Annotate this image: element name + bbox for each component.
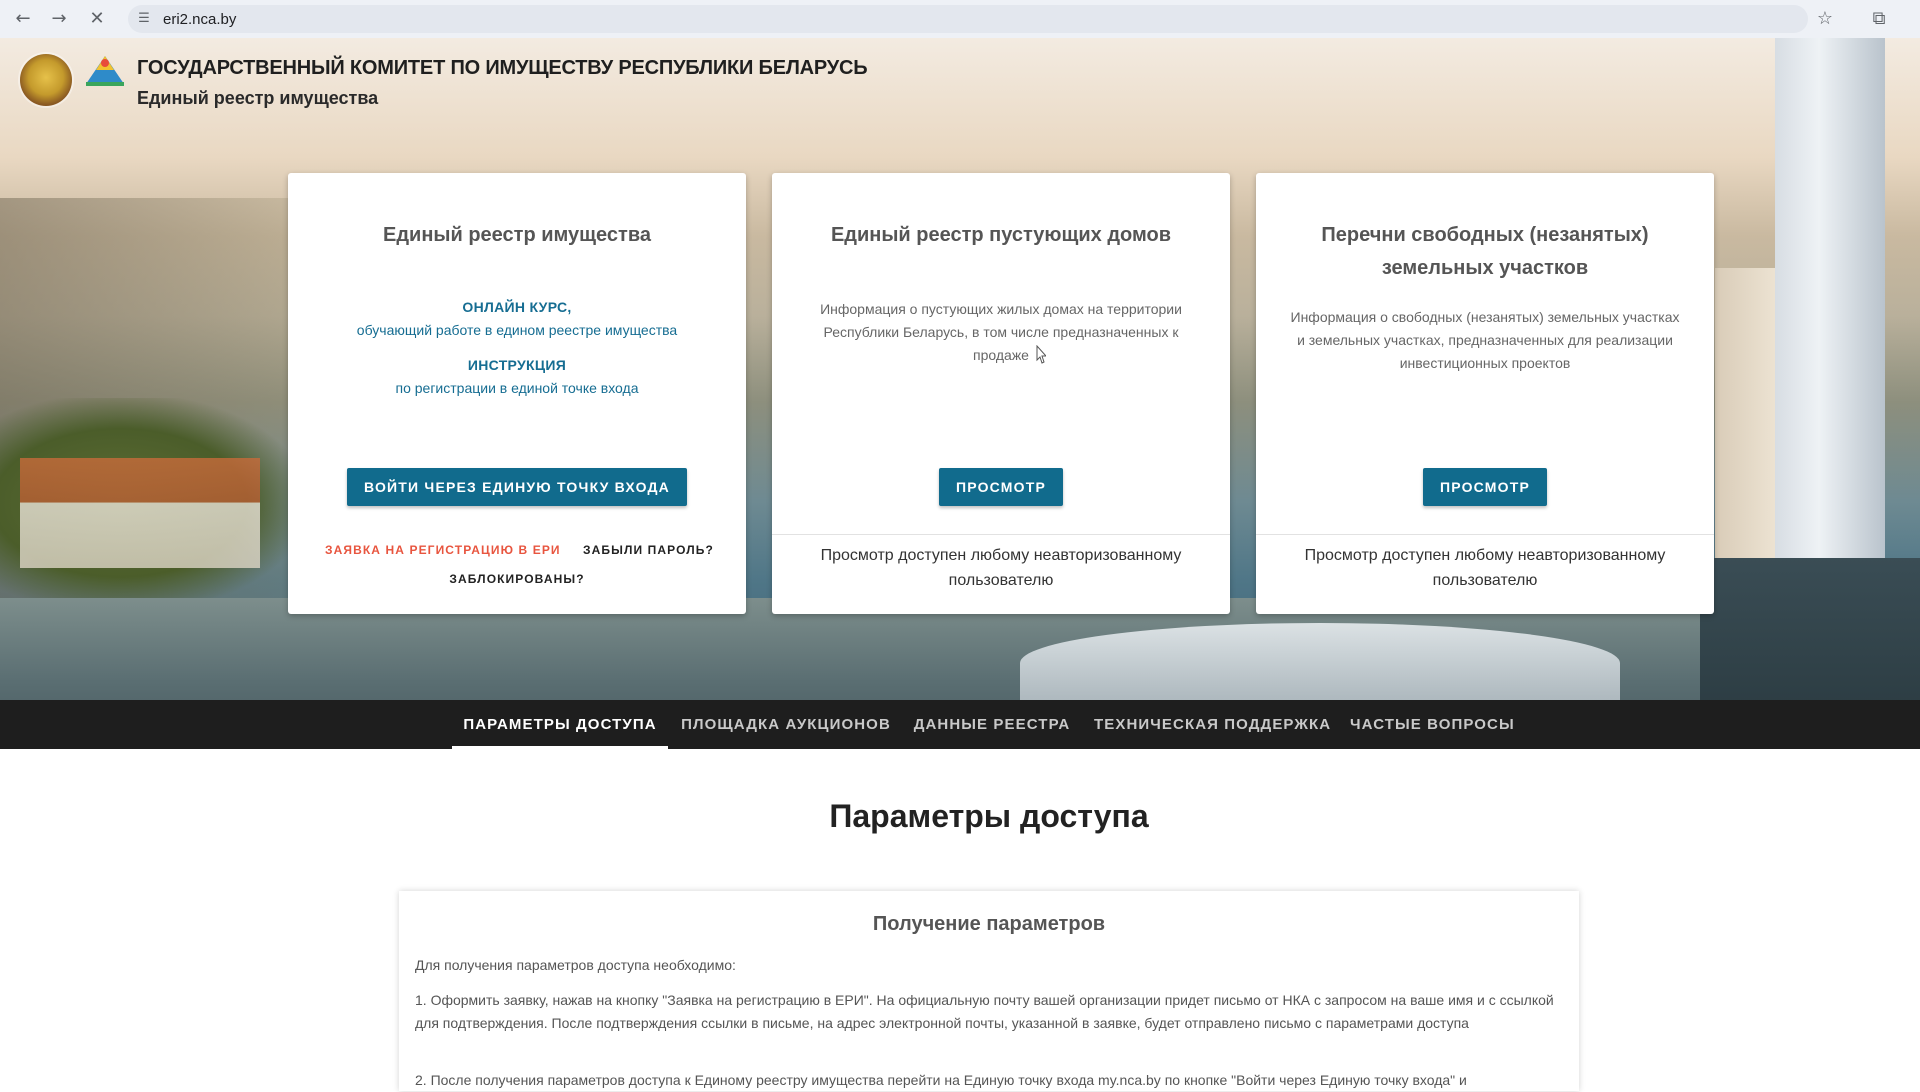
panel-title: Получение параметров xyxy=(872,913,1106,935)
stop-loading-icon[interactable]: ✕ xyxy=(84,6,110,32)
tab-access-parameters[interactable]: ПАРАМЕТРЫ ДОСТУПА xyxy=(452,700,668,749)
section-tabs: ПАРАМЕТРЫ ДОСТУПА ПЛОЩАДКА АУКЦИОНОВ ДАН… xyxy=(0,700,1920,749)
forward-arrow-icon[interactable]: → xyxy=(46,6,72,32)
card-access-note: Просмотр доступен любому неавторизованно… xyxy=(1304,547,1666,589)
tab-registry-data[interactable]: ДАННЫЕ РЕЕСТРА xyxy=(912,700,1072,749)
card-property-registry: Единый реестр имущества ОНЛАЙН КУРС, обу… xyxy=(288,173,746,614)
card-empty-houses: Единый реестр пустующих домов Информация… xyxy=(772,173,1230,614)
hero-street-image xyxy=(1700,558,1920,700)
address-bar[interactable]: ☰ eri2.nca.by xyxy=(128,5,1808,33)
card-title: Перечни свободных (незанятых) земельных … xyxy=(1321,224,1649,279)
back-arrow-icon[interactable]: ← xyxy=(10,6,36,32)
instruction-description-link[interactable]: по регистрации в единой точке входа xyxy=(288,380,746,396)
site-title: ГОСУДАРСТВЕННЫЙ КОМИТЕТ ПО ИМУЩЕСТВУ РЕС… xyxy=(137,57,868,79)
view-empty-houses-button[interactable]: ПРОСМОТР xyxy=(939,468,1063,506)
hero-roofs-image xyxy=(20,458,260,568)
online-course-description-link[interactable]: обучающий работе в едином реестре имущес… xyxy=(288,322,746,338)
browser-toolbar: ← → ✕ ☰ eri2.nca.by ☆ ⧉ xyxy=(0,0,1920,39)
instruction-link[interactable]: ИНСТРУКЦИЯ xyxy=(288,357,746,373)
access-parameters-panel: Получение параметров Для получения парам… xyxy=(399,891,1579,1091)
mouse-cursor-icon xyxy=(1036,345,1046,364)
online-course-link[interactable]: ОНЛАЙН КУРС, xyxy=(288,299,746,315)
register-request-link[interactable]: ЗАЯВКА НА РЕГИСТРАЦИЮ В ЕРИ xyxy=(325,543,561,557)
card-description: Информация о пустующих жилых домах на те… xyxy=(820,301,1182,363)
tab-auction-platform[interactable]: ПЛОЩАДКА АУКЦИОНОВ xyxy=(681,700,891,749)
panel-intro-text: Для получения параметров доступа необход… xyxy=(415,957,736,973)
hero-skyscraper-image xyxy=(1775,38,1885,598)
view-land-plots-button[interactable]: ПРОСМОТР xyxy=(1423,468,1547,506)
card-land-plots: Перечни свободных (незанятых) земельных … xyxy=(1256,173,1714,614)
site-info-icon[interactable]: ☰ xyxy=(136,11,152,27)
forgot-password-link[interactable]: ЗАБЫЛИ ПАРОЛЬ? xyxy=(583,543,714,557)
card-description: Информация о свободных (незанятых) земел… xyxy=(1290,309,1680,371)
card-title: Единый реестр имущества xyxy=(383,224,651,246)
panel-step-1-text: 1. Оформить заявку, нажав на кнопку "Зая… xyxy=(415,992,1554,1031)
hero-arena-image xyxy=(1020,623,1620,700)
card-access-note: Просмотр доступен любому неавторизованно… xyxy=(820,547,1182,589)
card-divider xyxy=(772,534,1230,535)
panel-step-2-text: 2. После получения параметров доступа к … xyxy=(415,1072,1467,1088)
site-subtitle: Единый реестр имущества xyxy=(137,88,379,108)
bookmark-star-icon[interactable]: ☆ xyxy=(1812,6,1838,32)
tab-technical-support[interactable]: ТЕХНИЧЕСКАЯ ПОДДЕРЖКА xyxy=(1094,700,1330,749)
blocked-account-link[interactable]: ЗАБЛОКИРОВАНЫ? xyxy=(288,572,746,586)
section-heading: Параметры доступа xyxy=(829,798,1149,834)
url-text: eri2.nca.by xyxy=(163,11,237,28)
card-title: Единый реестр пустующих домов xyxy=(830,224,1172,246)
nka-logo[interactable] xyxy=(84,54,126,88)
tab-faq[interactable]: ЧАСТЫЕ ВОПРОСЫ xyxy=(1350,700,1514,749)
card-divider xyxy=(1256,534,1714,535)
extensions-icon[interactable]: ⧉ xyxy=(1866,6,1892,32)
state-emblem-logo[interactable] xyxy=(20,54,72,106)
login-single-entry-button[interactable]: ВОЙТИ ЧЕРЕЗ ЕДИНУЮ ТОЧКУ ВХОДА xyxy=(347,468,687,506)
